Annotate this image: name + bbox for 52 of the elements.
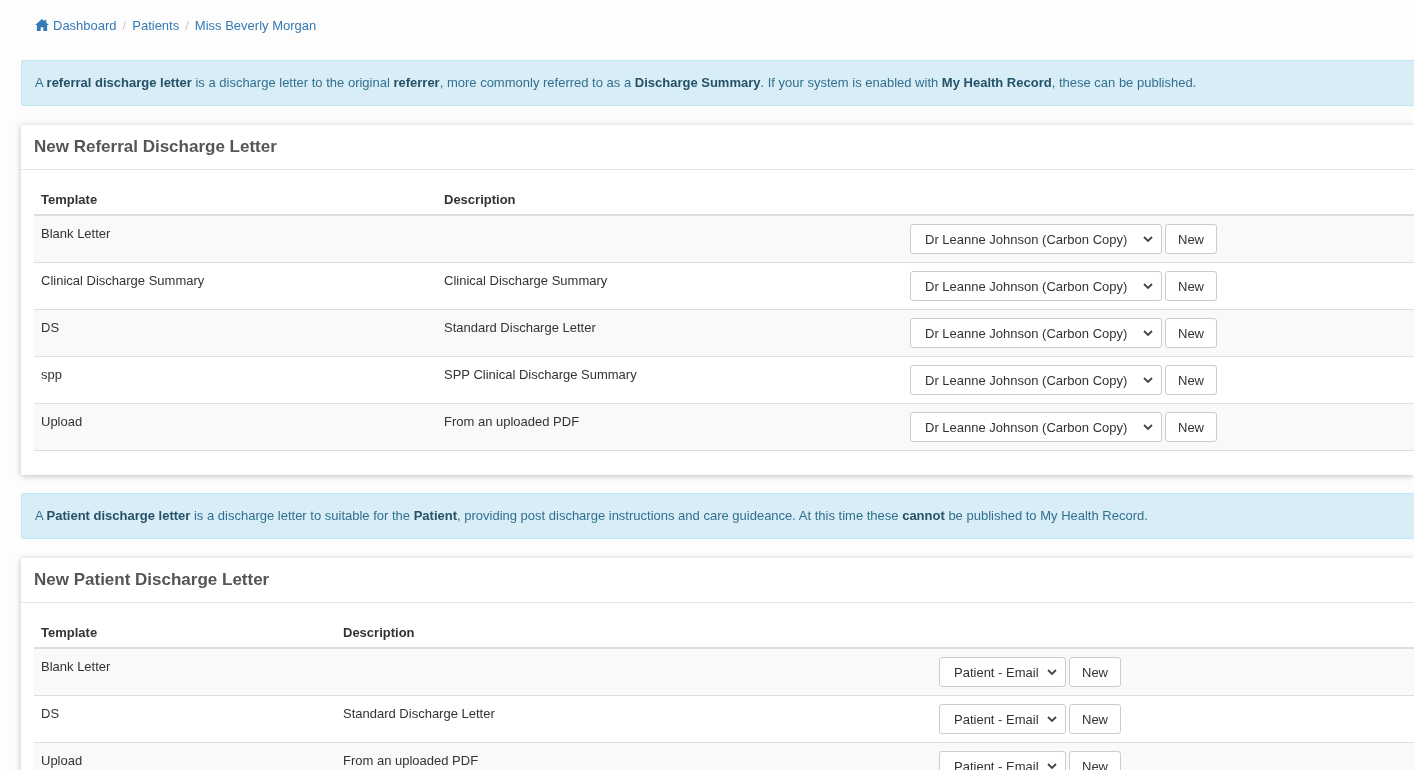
- table-cell-text: SPP Clinical Discharge Summary: [443, 366, 638, 384]
- chevron-down-icon: [1047, 669, 1057, 675]
- chevron-down-icon: [1143, 424, 1153, 430]
- alert-message: A Patient discharge letter is a discharge letter to suitable for the Patient, providing post discharge instructions and care guideance. At this time these cannot be published to My Health Record.: [35, 508, 1148, 523]
- table-cell-text: From an uploaded PDF: [342, 752, 480, 770]
- breadcrumb-separator: /: [184, 17, 190, 33]
- recipient-select[interactable]: Dr Leanne Johnson (Carbon Copy): [910, 318, 1162, 348]
- new-button[interactable]: New: [1069, 704, 1121, 734]
- table-cell-text: Blank Letter: [40, 225, 112, 243]
- new-button[interactable]: New: [1165, 224, 1217, 254]
- chevron-down-icon: [1143, 283, 1153, 289]
- table-cell-text: Clinical Discharge Summary: [40, 272, 206, 290]
- table-cell-text: DS: [40, 705, 61, 723]
- table-cell-text: Clinical Discharge Summary: [443, 272, 609, 290]
- recipient-select[interactable]: Dr Leanne Johnson (Carbon Copy): [910, 224, 1162, 254]
- new-button[interactable]: New: [1069, 657, 1121, 687]
- table-cell-text: Standard Discharge Letter: [443, 319, 597, 337]
- chevron-down-icon: [1047, 763, 1057, 769]
- table-cell-text: From an uploaded PDF: [443, 413, 581, 431]
- table-cell-text: Standard Discharge Letter: [342, 705, 496, 723]
- recipient-select[interactable]: Patient - Email: [939, 704, 1066, 734]
- breadcrumb-link[interactable]: Miss Beverly Morgan: [194, 17, 317, 33]
- new-button[interactable]: New: [1165, 318, 1217, 348]
- breadcrumb-separator: /: [121, 17, 128, 33]
- card-title: New Referral Discharge Letter: [21, 125, 1414, 170]
- chevron-down-icon: [1047, 716, 1057, 722]
- recipient-select[interactable]: Patient - Email: [939, 751, 1066, 770]
- column-header: Template: [40, 624, 99, 642]
- recipient-select[interactable]: Patient - Email: [939, 657, 1066, 687]
- table-cell-text: Blank Letter: [40, 658, 112, 676]
- new-button[interactable]: New: [1069, 751, 1121, 770]
- recipient-select[interactable]: Dr Leanne Johnson (Carbon Copy): [910, 412, 1162, 442]
- new-button[interactable]: New: [1165, 271, 1217, 301]
- breadcrumb-link[interactable]: Dashboard: [35, 17, 117, 33]
- column-header: Description: [443, 191, 517, 209]
- table-cell-text: Upload: [40, 413, 84, 431]
- recipient-select[interactable]: Dr Leanne Johnson (Carbon Copy): [910, 271, 1162, 301]
- table-cell-text: DS: [40, 319, 61, 337]
- table-cell-text: Upload: [40, 752, 84, 770]
- chevron-down-icon: [1143, 377, 1153, 383]
- chevron-down-icon: [1143, 236, 1153, 242]
- home-icon: [35, 19, 49, 31]
- alert-message: A referral discharge letter is a discharge letter to the original referrer, more commonly referred to as a Discharge Summary. If your system is enabled with My Health Record, these can be published.: [35, 75, 1197, 90]
- card-title: New Patient Discharge Letter: [21, 558, 1414, 603]
- new-button[interactable]: New: [1165, 412, 1217, 442]
- table-cell-text: spp: [40, 366, 63, 384]
- column-header: Template: [40, 191, 99, 209]
- chevron-down-icon: [1143, 330, 1153, 336]
- breadcrumb-link[interactable]: Patients: [132, 17, 180, 33]
- column-header: Description: [342, 624, 416, 642]
- recipient-select[interactable]: Dr Leanne Johnson (Carbon Copy): [910, 365, 1162, 395]
- new-button[interactable]: New: [1165, 365, 1217, 395]
